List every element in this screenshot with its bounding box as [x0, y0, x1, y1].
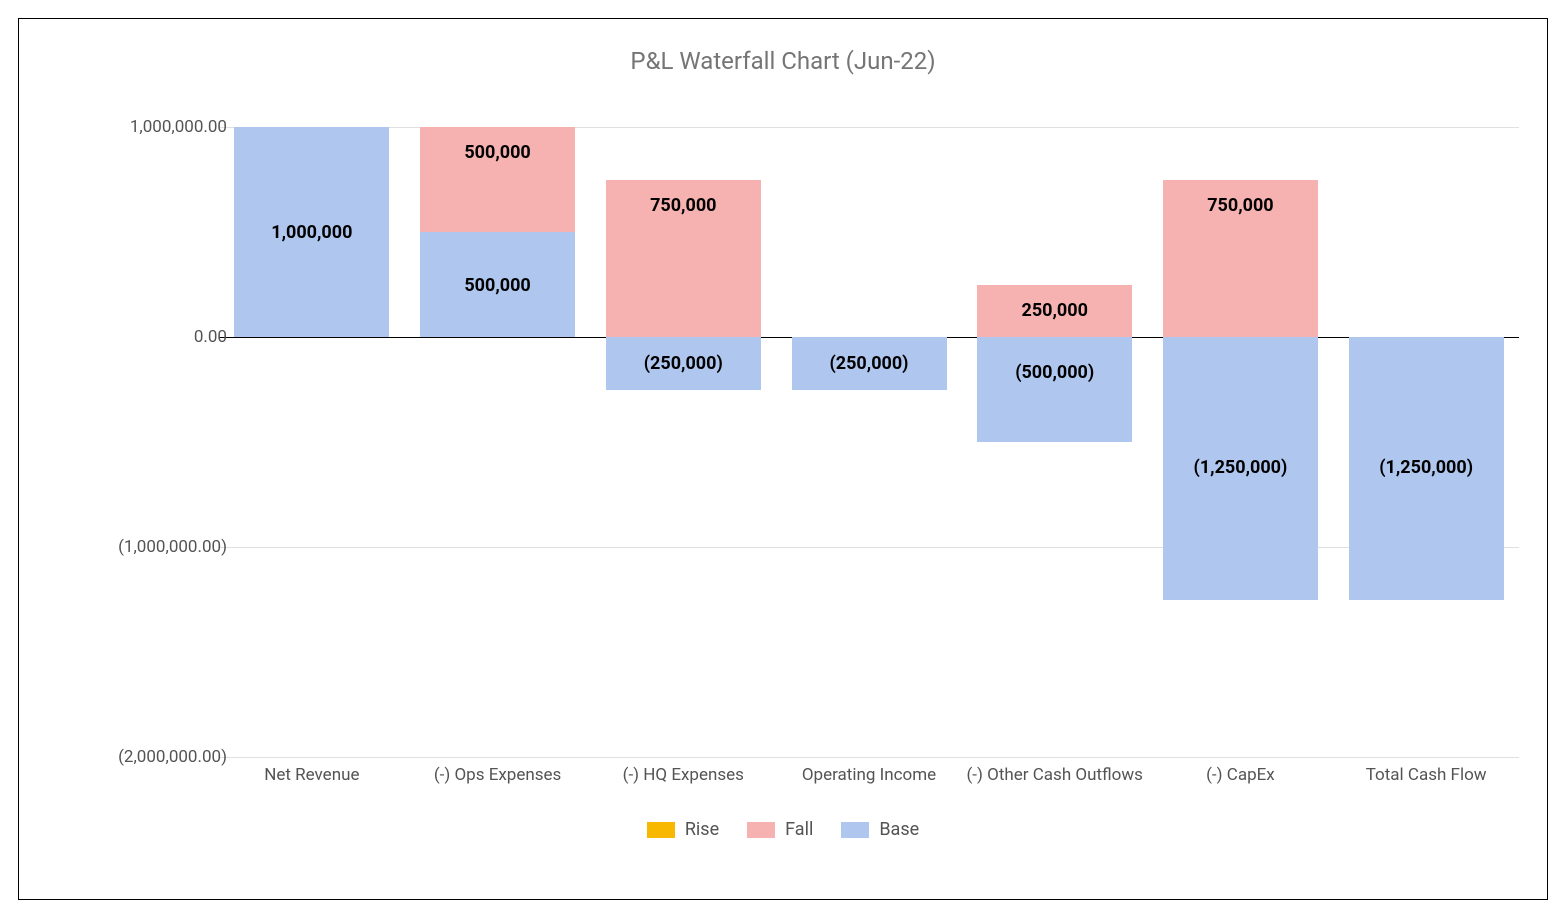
data-label: 500,000 [420, 142, 575, 163]
x-tick-label: (-) Ops Expenses [405, 765, 591, 785]
gridline [219, 757, 1519, 758]
waterfall-chart: P&L Waterfall Chart (Jun-22) 1,000,000 50… [18, 18, 1548, 900]
data-label: 750,000 [606, 195, 761, 216]
legend-item-base: Base [841, 819, 919, 840]
bar-3: (250,000) [792, 127, 947, 757]
x-tick-label: Total Cash Flow [1333, 765, 1519, 785]
data-label: 500,000 [420, 275, 575, 296]
data-label: (1,250,000) [1163, 457, 1318, 478]
y-tick-label: 1,000,000.00 [47, 117, 227, 137]
x-tick-label: Operating Income [776, 765, 962, 785]
data-label: 1,000,000 [234, 222, 389, 243]
fall-swatch [747, 822, 775, 838]
bar-6: (1,250,000) [1349, 127, 1504, 757]
legend-label: Fall [785, 819, 813, 840]
base-swatch [841, 822, 869, 838]
legend: Rise Fall Base [19, 819, 1547, 843]
legend-label: Base [879, 819, 919, 840]
legend-label: Rise [685, 819, 719, 840]
data-label: (250,000) [606, 353, 761, 374]
bar-1: 500,000 500,000 [420, 127, 575, 757]
x-axis-labels: Net Revenue(-) Ops Expenses(-) HQ Expens… [219, 765, 1519, 795]
y-tick-label: 0.00 [47, 327, 227, 347]
legend-item-rise: Rise [647, 819, 719, 840]
plot-area: 1,000,000500,000500,000(250,000)750,000(… [219, 127, 1519, 757]
legend-item-fall: Fall [747, 819, 813, 840]
data-label: 250,000 [977, 300, 1132, 321]
rise-swatch [647, 822, 675, 838]
x-tick-label: (-) HQ Expenses [590, 765, 776, 785]
bar-2: (250,000) 750,000 [606, 127, 761, 757]
y-tick-label: (1,000,000.00) [47, 537, 227, 557]
data-label: (1,250,000) [1349, 457, 1504, 478]
bar-5: (1,250,000) 750,000 [1163, 127, 1318, 757]
data-label: 750,000 [1163, 195, 1318, 216]
chart-title: P&L Waterfall Chart (Jun-22) [19, 19, 1547, 75]
bar-segment-base [977, 337, 1132, 442]
data-label: (250,000) [792, 353, 947, 374]
x-tick-label: Net Revenue [219, 765, 405, 785]
data-label: (500,000) [977, 362, 1132, 383]
y-tick-label: (2,000,000.00) [47, 747, 227, 767]
x-tick-label: (-) Other Cash Outflows [962, 765, 1148, 785]
bar-4: (500,000) 250,000 [977, 127, 1132, 757]
bar-0: 1,000,000 [234, 127, 389, 757]
x-tick-label: (-) CapEx [1147, 765, 1333, 785]
